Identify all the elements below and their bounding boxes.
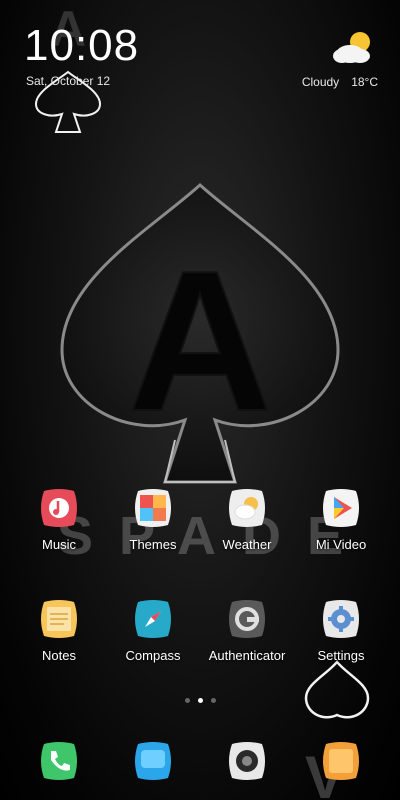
dock-app-messages[interactable]	[108, 740, 198, 782]
notes-icon	[38, 598, 80, 640]
page-dot[interactable]	[184, 698, 190, 703]
app-compass[interactable]: Compass	[108, 598, 198, 663]
app-mi-video[interactable]: Mi Video	[296, 487, 386, 552]
page-dot-active[interactable]	[197, 698, 203, 703]
dock-app-browser[interactable]	[296, 740, 386, 782]
app-label: Weather	[222, 537, 272, 552]
app-label: Authenticator	[208, 648, 286, 663]
app-music[interactable]: Music	[14, 487, 104, 552]
app-settings[interactable]: Settings	[296, 598, 386, 663]
page-dot[interactable]	[210, 698, 216, 703]
compass-icon	[132, 598, 174, 640]
app-label: Settings	[317, 648, 365, 663]
app-label: Mi Video	[315, 537, 367, 552]
browser-icon	[320, 740, 362, 782]
settings-icon	[320, 598, 362, 640]
app-label: Compass	[125, 648, 181, 663]
dock-app-phone[interactable]	[14, 740, 104, 782]
big-letter: A	[128, 230, 272, 453]
weather-icon	[226, 487, 268, 529]
app-themes[interactable]: Themes	[108, 487, 198, 552]
phone-icon	[38, 740, 80, 782]
themes-icon	[132, 487, 174, 529]
dock	[0, 740, 400, 800]
dock-app-camera[interactable]	[202, 740, 292, 782]
camera-icon	[226, 740, 268, 782]
clock-time[interactable]: 10:08	[24, 24, 139, 68]
partly-cloudy-icon[interactable]	[330, 28, 376, 66]
app-notes[interactable]: Notes	[14, 598, 104, 663]
app-label: Themes	[129, 537, 177, 552]
weather-temperature: 18°C	[351, 75, 378, 89]
app-weather[interactable]: Weather	[202, 487, 292, 552]
weather-condition: Cloudy	[301, 75, 340, 89]
side-spade-shape	[304, 660, 370, 719]
mi-video-icon	[320, 487, 362, 529]
page-indicator[interactable]	[0, 698, 400, 703]
app-authenticator[interactable]: Authenticator	[202, 598, 292, 663]
app-label: Music	[42, 537, 76, 552]
clock-date: Sat, October 12	[26, 74, 111, 88]
weather-summary[interactable]: Cloudy 18°C	[302, 75, 378, 89]
messages-icon	[132, 740, 174, 782]
authenticator-icon	[226, 598, 268, 640]
app-label: Notes	[42, 648, 76, 663]
clock-weather-widget[interactable]: 10:08 Sat, October 12 Cloudy 18°C	[0, 0, 400, 130]
music-icon	[38, 487, 80, 529]
